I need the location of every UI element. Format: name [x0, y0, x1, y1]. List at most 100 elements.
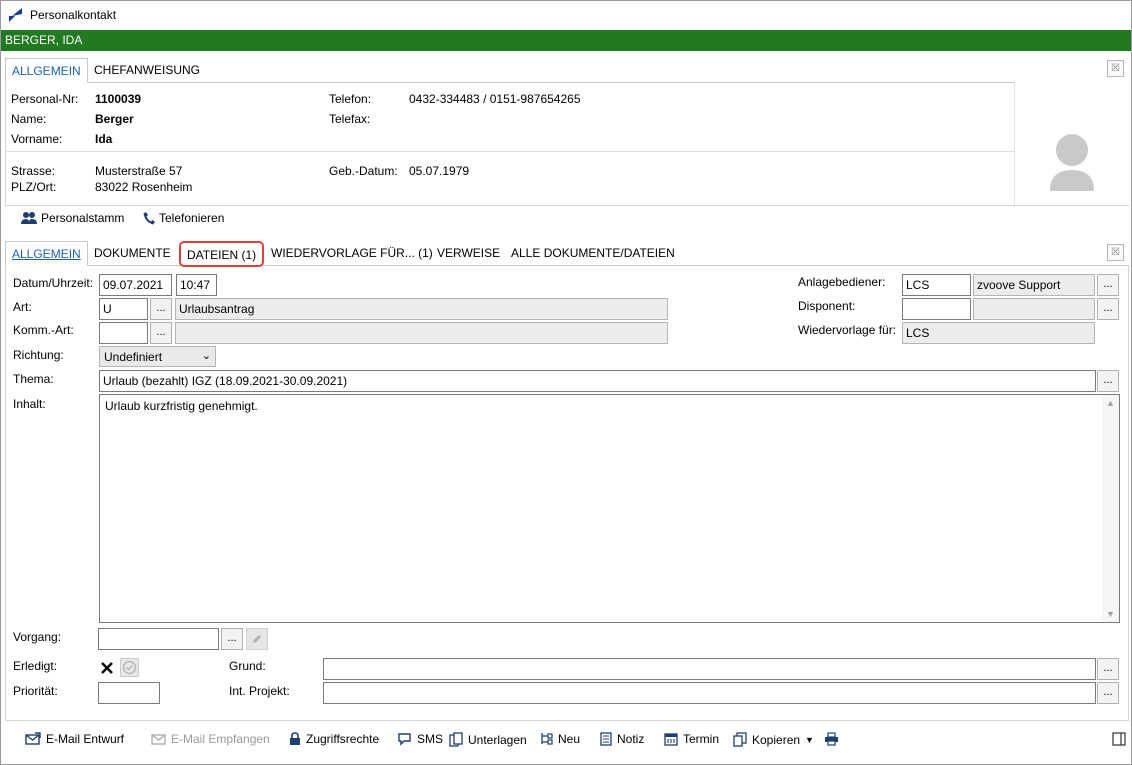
telefonieren-button[interactable]: Telefonieren: [143, 211, 224, 225]
app-logo-icon: [9, 8, 22, 22]
telefon-value: 0432-334483 / 0151-987654265: [409, 92, 581, 106]
thema-lookup-button[interactable]: ...: [1097, 370, 1119, 392]
anlagebediener-lookup-button[interactable]: ...: [1097, 274, 1119, 296]
int-projekt-lookup-button[interactable]: ...: [1097, 682, 1119, 704]
personal-nr-label: Personal-Nr:: [11, 92, 79, 106]
tab-wiedervorlage[interactable]: WIEDERVORLAGE FÜR... (1): [265, 241, 439, 266]
edit-icon: [253, 635, 261, 643]
tab-allgemein[interactable]: ALLGEMEIN: [5, 241, 88, 266]
tab-alle-dokumente[interactable]: ALLE DOKUMENTE/DATEIEN: [505, 241, 681, 266]
notiz-button[interactable]: Notiz: [600, 732, 644, 746]
thema-input[interactable]: Urlaub (bezahlt) IGZ (18.09.2021-30.09.2…: [99, 370, 1096, 392]
plz-ort-value: 83022 Rosenheim: [95, 180, 193, 194]
art-lookup-button[interactable]: ...: [150, 298, 172, 320]
detail-tabs: ALLGEMEIN DOKUMENTE DATEIEN (1) WIEDERVO…: [5, 241, 1129, 267]
komm-art-text-field: [175, 322, 668, 344]
top-tabs: ALLGEMEIN CHEFANWEISUNG: [5, 58, 1129, 83]
int-projekt-input[interactable]: [323, 682, 1096, 704]
wiedervorlage-field: LCS: [902, 322, 1095, 344]
vorgang-edit-button[interactable]: [246, 628, 268, 650]
termin-button[interactable]: Termin: [664, 732, 719, 746]
datum-label: Datum/Uhrzeit:: [13, 276, 94, 290]
kopieren-button[interactable]: Kopieren ▼: [733, 732, 814, 747]
geb-datum-value: 05.07.1979: [409, 164, 470, 178]
print-button[interactable]: [824, 732, 839, 746]
grund-input[interactable]: [323, 658, 1096, 680]
disponent-lookup-button[interactable]: ...: [1097, 298, 1119, 320]
vorgang-lookup-button[interactable]: ...: [221, 628, 243, 650]
komm-art-lookup-button[interactable]: ...: [150, 322, 172, 344]
personalkontakt-window: Personalkontakt BERGER, IDA ALLGEMEIN CH…: [0, 0, 1132, 765]
caret-down-icon[interactable]: ▼: [805, 735, 814, 745]
sms-button[interactable]: SMS: [397, 732, 443, 746]
tab-allgemein-top[interactable]: ALLGEMEIN: [5, 58, 88, 83]
name-value: Berger: [95, 112, 134, 126]
panel-toggle-button[interactable]: [1112, 732, 1126, 746]
art-text-field: Urlaubsantrag: [175, 298, 668, 320]
uhrzeit-input[interactable]: 10:47: [176, 274, 217, 296]
art-label: Art:: [13, 300, 32, 314]
vorgang-input[interactable]: [98, 628, 219, 650]
grund-label: Grund:: [229, 659, 266, 673]
phone-icon: [143, 212, 155, 225]
copy-icon: [733, 732, 747, 747]
prioritaet-input[interactable]: [98, 682, 160, 704]
tab-dateien[interactable]: DATEIEN (1): [179, 241, 265, 267]
person-header-bar: BERGER, IDA: [1, 30, 1131, 51]
inhalt-scrollbar[interactable]: ▲ ▼: [1102, 395, 1119, 622]
int-projekt-label: Int. Projekt:: [229, 684, 290, 698]
calendar-icon: [664, 733, 678, 746]
wiedervorlage-label: Wiedervorlage für:: [798, 323, 897, 337]
scroll-down-icon[interactable]: ▼: [1102, 609, 1119, 619]
strasse-value: Musterstraße 57: [95, 164, 183, 178]
erledigt-checkbox[interactable]: [120, 658, 139, 677]
email-draft-icon: [25, 732, 41, 745]
tab-chefanweisung[interactable]: CHEFANWEISUNG: [88, 58, 206, 83]
erledigt-label: Erledigt:: [13, 659, 58, 673]
note-icon: [600, 732, 612, 746]
telefon-label: Telefon:: [329, 92, 372, 106]
tab-verweise[interactable]: VERWEISE: [431, 241, 506, 266]
neu-button[interactable]: Neu: [540, 732, 580, 746]
anlagebediener-label: Anlagebediener:: [798, 275, 886, 289]
plz-ort-label: PLZ/Ort:: [11, 180, 57, 194]
sms-icon: [398, 733, 411, 746]
datum-input[interactable]: 09.07.2021: [99, 274, 172, 296]
lock-icon: [290, 732, 300, 745]
unterlagen-button[interactable]: Unterlagen: [449, 732, 527, 747]
window-title: Personalkontakt: [30, 8, 117, 22]
anlagebediener-code-input[interactable]: LCS: [902, 274, 971, 296]
cross-icon[interactable]: [100, 661, 114, 675]
check-circle-icon: [122, 660, 137, 675]
email-receive-button[interactable]: E-Mail Empfangen: [151, 732, 270, 746]
scroll-up-icon[interactable]: ▲: [1102, 398, 1119, 408]
tab-dokumente[interactable]: DOKUMENTE: [88, 241, 177, 266]
disponent-code-input[interactable]: [902, 298, 971, 320]
inhalt-label: Inhalt:: [13, 397, 46, 411]
geb-datum-label: Geb.-Datum:: [329, 164, 398, 178]
komm-art-code-input[interactable]: [99, 322, 148, 344]
richtung-label: Richtung:: [13, 348, 64, 362]
email-draft-button[interactable]: E-Mail Entwurf: [25, 732, 124, 746]
name-label: Name:: [11, 112, 47, 126]
strasse-label: Strasse:: [11, 164, 56, 178]
sidebar-toggle-icon: [1112, 732, 1126, 746]
close-top-panel-icon[interactable]: ☒: [1107, 60, 1124, 77]
email-receive-icon: [151, 734, 166, 745]
richtung-select[interactable]: Undefiniert ⌄: [99, 346, 216, 367]
zugriffsrechte-button[interactable]: Zugriffsrechte: [289, 732, 379, 746]
disponent-label: Disponent:: [798, 299, 856, 313]
avatar-icon: [1050, 134, 1094, 191]
art-code-input[interactable]: U: [99, 298, 148, 320]
close-detail-panel-icon[interactable]: ☒: [1107, 244, 1124, 261]
bottom-toolbar: E-Mail Entwurf E-Mail Empfangen Zugriffs…: [1, 728, 1131, 752]
prioritaet-label: Priorität:: [13, 684, 58, 698]
person-header-name: BERGER, IDA: [5, 33, 83, 47]
title-bar: Personalkontakt: [1, 1, 1131, 30]
vorname-label: Vorname:: [11, 132, 63, 146]
inhalt-textarea[interactable]: Urlaub kurzfristig genehmigt. ▲ ▼: [99, 394, 1120, 623]
grund-lookup-button[interactable]: ...: [1097, 658, 1119, 680]
personalstamm-button[interactable]: Personalstamm: [21, 211, 124, 225]
chevron-down-icon: ⌄: [201, 350, 211, 362]
documents-icon: [449, 732, 463, 747]
